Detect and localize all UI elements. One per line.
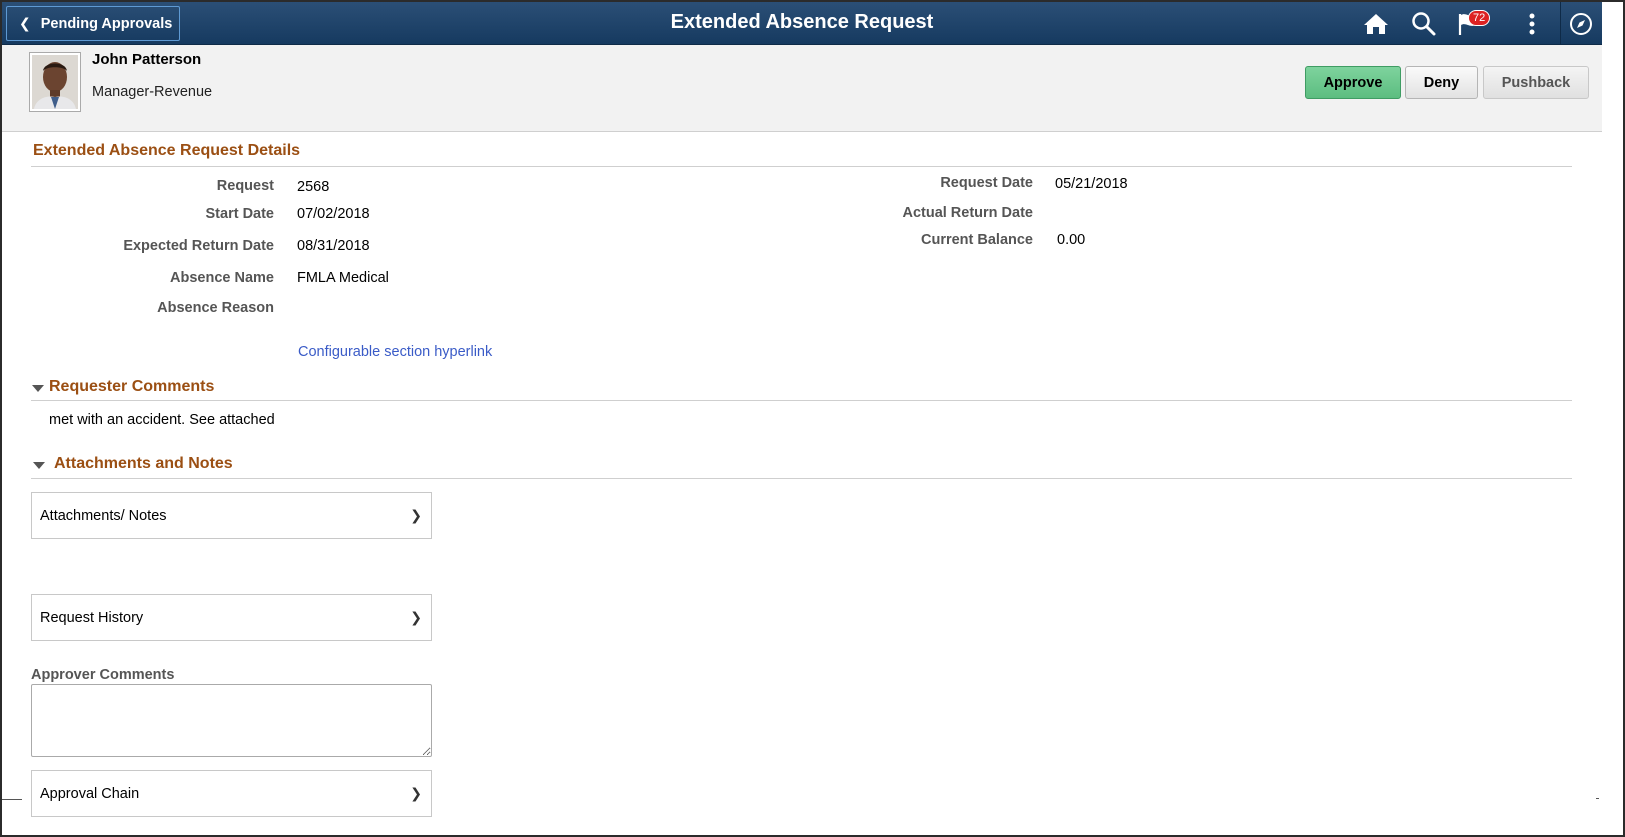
request-date-label: Request Date <box>940 175 1033 191</box>
request-history-row[interactable]: Request History ❯ <box>31 594 432 641</box>
approve-button[interactable]: Approve <box>1305 66 1401 99</box>
employee-title: Manager-Revenue <box>92 84 213 100</box>
current-balance-label: Current Balance <box>920 232 1033 248</box>
home-button[interactable] <box>1358 2 1394 45</box>
attachments-section-title[interactable]: Attachments and Notes <box>54 455 233 473</box>
header-divider <box>1560 2 1561 45</box>
employee-photo <box>32 55 78 109</box>
deny-button[interactable]: Deny <box>1405 66 1478 99</box>
start-date-value: 07/02/2018 <box>297 206 370 222</box>
request-history-label: Request History <box>40 609 144 626</box>
employee-header: John Patterson Manager-Revenue Approve D… <box>2 45 1602 132</box>
back-button-label: Pending Approvals <box>40 15 173 32</box>
approval-chain-label: Approval Chain <box>40 785 140 802</box>
section-divider <box>31 478 1572 479</box>
avatar <box>29 52 81 112</box>
request-value: 2568 <box>297 179 330 195</box>
chevron-right-icon: ❯ <box>410 785 422 801</box>
absence-name-label: Absence Name <box>170 270 274 286</box>
current-balance-value: 0.00 <box>1057 232 1086 248</box>
details-section-title: Extended Absence Request Details <box>33 142 301 159</box>
approver-comments-input[interactable] <box>31 684 432 757</box>
compass-icon <box>1570 12 1592 35</box>
chevron-right-icon: ❯ <box>410 609 422 625</box>
page-margin <box>1602 2 1623 835</box>
attachments-notes-row[interactable]: Attachments/ Notes ❯ <box>31 492 432 539</box>
search-button[interactable] <box>1406 2 1442 45</box>
pushback-button[interactable]: Pushback <box>1483 66 1589 99</box>
section-divider <box>31 400 1572 401</box>
navbar-button[interactable] <box>1566 2 1596 45</box>
search-icon <box>1412 11 1436 35</box>
request-date-value: 05/21/2018 <box>1055 176 1128 192</box>
chevron-right-icon: ❯ <box>410 507 422 523</box>
start-date-label: Start Date <box>205 206 275 222</box>
actual-return-date-label: Actual Return Date <box>902 205 1033 221</box>
divider <box>2 799 22 800</box>
section-divider <box>31 166 1572 167</box>
approver-comments-label: Approver Comments <box>31 667 175 683</box>
attachments-notes-label: Attachments/ Notes <box>40 507 167 524</box>
expected-return-date-value: 08/31/2018 <box>297 238 370 254</box>
home-icon <box>1364 13 1388 34</box>
more-vertical-icon <box>1529 13 1535 34</box>
collapse-triangle-icon[interactable] <box>32 385 44 392</box>
configurable-section-link[interactable]: Configurable section hyperlink <box>298 344 492 360</box>
absence-name-value: FMLA Medical <box>297 270 389 286</box>
employee-name: John Patterson <box>92 51 202 68</box>
expected-return-date-label: Expected Return Date <box>123 238 274 254</box>
notification-badge: 72 <box>1468 10 1491 26</box>
requester-comment-text: met with an accident. See attached <box>49 412 275 428</box>
approval-chain-row[interactable]: Approval Chain ❯ <box>31 770 432 817</box>
chevron-left-icon: ❮ <box>19 15 31 31</box>
requester-comments-title[interactable]: Requester Comments <box>49 378 214 396</box>
actions-menu-button[interactable] <box>1520 2 1544 45</box>
divider <box>1596 798 1599 799</box>
notifications-button[interactable]: 72 <box>1451 2 1495 45</box>
absence-reason-label: Absence Reason <box>157 300 274 316</box>
back-button[interactable]: ❮ Pending Approvals <box>6 6 180 41</box>
request-label: Request <box>216 178 274 194</box>
header-banner: ❮ Pending Approvals Extended Absence Req… <box>2 2 1602 45</box>
collapse-triangle-icon[interactable] <box>33 462 45 469</box>
